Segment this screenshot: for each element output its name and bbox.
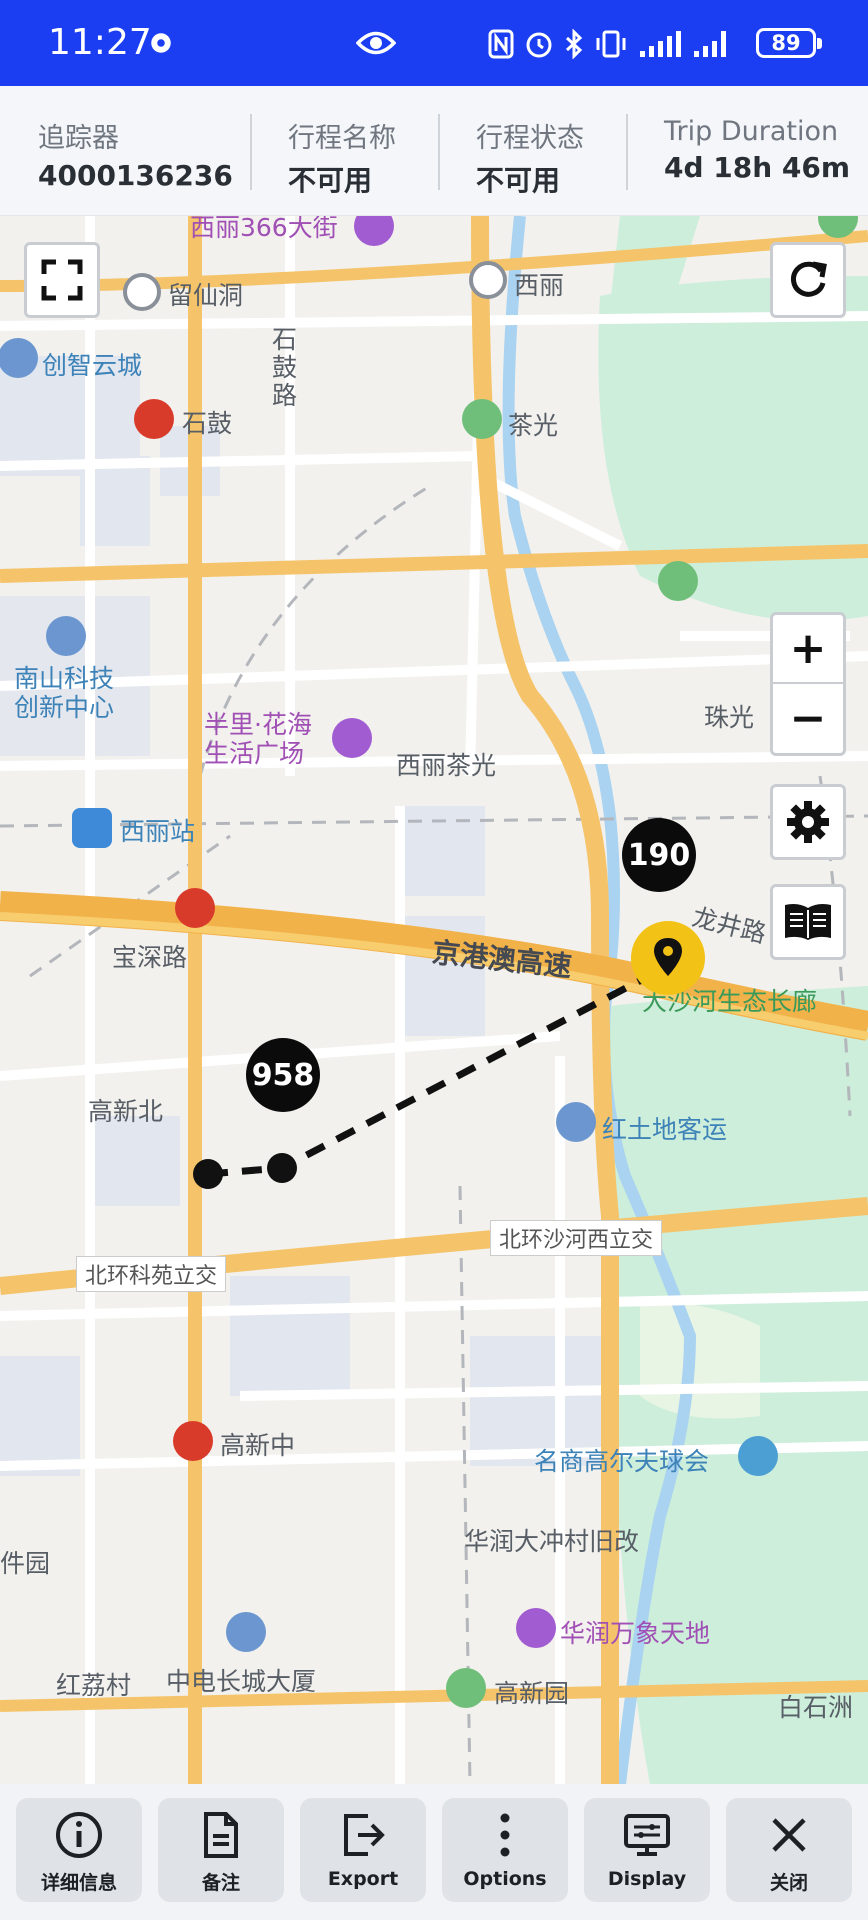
map-label-xili: 西丽 bbox=[514, 271, 565, 300]
trip-duration-value: 4d 18h 46m bbox=[664, 151, 851, 184]
display-icon bbox=[624, 1814, 670, 1856]
tracker-label: 追踪器 bbox=[38, 123, 119, 154]
info-icon bbox=[56, 1812, 102, 1858]
trip-info-header: 追踪器 4000136236 行程名称 不可用 行程状态 不可用 Trip Du… bbox=[0, 86, 868, 216]
close-icon bbox=[772, 1818, 806, 1852]
map-label-honglicun: 红荔村 bbox=[56, 1671, 132, 1700]
close-label: 关闭 bbox=[769, 1872, 808, 1894]
route-point-badge[interactable]: 958 bbox=[246, 1038, 320, 1112]
export-button[interactable]: Export bbox=[300, 1798, 426, 1902]
map-label-banli: 半里·花海生活广场 bbox=[204, 710, 312, 768]
display-label: Display bbox=[607, 1868, 687, 1890]
book-open-icon bbox=[785, 904, 831, 940]
map-label-xili366: 西丽366大街 bbox=[190, 216, 338, 242]
map-label-xili-station: 西丽站 bbox=[120, 817, 196, 846]
location-pin-marker[interactable] bbox=[630, 920, 706, 996]
map-label-beihuan-shahe: 北环沙河西立交 bbox=[490, 1220, 663, 1256]
map-label-xili-chaguang: 西丽茶光 bbox=[396, 751, 497, 780]
refresh-button[interactable] bbox=[770, 242, 846, 318]
options-button[interactable]: Options bbox=[442, 1798, 568, 1902]
zoom-in-button[interactable]: + bbox=[773, 615, 843, 684]
settings-notification-icon bbox=[151, 33, 171, 53]
details-button[interactable]: 详细信息 bbox=[16, 1798, 142, 1902]
status-icons bbox=[488, 24, 732, 64]
export-icon bbox=[344, 1814, 385, 1856]
trip-duration-label: Trip Duration bbox=[664, 116, 839, 147]
trip-name-label: 行程名称 bbox=[288, 123, 396, 154]
signal-2-icon bbox=[694, 31, 726, 57]
trip-status-label: 行程状态 bbox=[476, 123, 584, 154]
map-label-jian-yuan: 件园 bbox=[0, 1549, 51, 1578]
map-label-chuangzhi: 创智云城 bbox=[42, 351, 143, 380]
eye-icon bbox=[356, 31, 396, 55]
vibrate-icon bbox=[596, 30, 626, 58]
map-label-hongtudi: 红土地客运 bbox=[602, 1115, 728, 1144]
notes-button[interactable]: 备注 bbox=[158, 1798, 284, 1902]
map-label-shigu-road: 石鼓路 bbox=[272, 325, 298, 410]
tracker-info: 追踪器 4000136236 bbox=[0, 86, 250, 215]
gear-icon bbox=[787, 801, 829, 843]
close-button[interactable]: 关闭 bbox=[726, 1798, 852, 1902]
map-legend-button[interactable] bbox=[770, 884, 846, 960]
refresh-icon bbox=[790, 261, 827, 297]
trip-status-info: 行程状态 不可用 bbox=[438, 86, 626, 215]
map-label-baishizhou: 白石洲 bbox=[778, 1693, 854, 1722]
alarm-icon bbox=[526, 32, 552, 58]
map-label-liuxiandong: 留仙洞 bbox=[168, 281, 244, 310]
map-label-huarun-wanxiang: 华润万象天地 bbox=[560, 1619, 711, 1648]
fullscreen-icon bbox=[41, 259, 83, 301]
status-bar: 11:27 89 bbox=[0, 0, 868, 86]
signal-1-icon bbox=[640, 31, 681, 57]
trip-status-value: 不可用 bbox=[476, 164, 561, 197]
map-view[interactable]: 西丽366大街 留仙洞 西丽 石鼓路 创智云城 石鼓 茶光 南山科技创新中心 半… bbox=[0, 216, 868, 1784]
notes-label: 备注 bbox=[201, 1872, 240, 1894]
battery-indicator: 89 bbox=[756, 28, 822, 58]
tracker-value: 4000136236 bbox=[38, 159, 233, 192]
options-label: Options bbox=[463, 1868, 547, 1890]
notes-icon bbox=[204, 1812, 238, 1858]
map-label-gaoxinyuan: 高新园 bbox=[494, 1679, 570, 1708]
map-label-huarun-dachong: 华润大冲村旧改 bbox=[464, 1527, 640, 1556]
map-label-baoshen: 宝深路 bbox=[112, 943, 188, 972]
zoom-out-button[interactable]: − bbox=[773, 684, 843, 753]
route-point-badge[interactable]: 190 bbox=[622, 818, 696, 892]
map-label-gaoxinbei: 高新北 bbox=[88, 1097, 164, 1126]
nfc-icon bbox=[488, 29, 514, 59]
display-button[interactable]: Display bbox=[584, 1798, 710, 1902]
trip-name-value: 不可用 bbox=[288, 164, 373, 197]
map-label-mingshang: 名商高尔夫球会 bbox=[534, 1447, 710, 1476]
status-time: 11:27 bbox=[48, 22, 152, 63]
bottom-toolbar: 详细信息 备注 Export Options Display 关闭 bbox=[0, 1784, 868, 1920]
map-label-shigu: 石鼓 bbox=[182, 409, 233, 438]
settings-button[interactable] bbox=[770, 784, 846, 860]
trip-duration-info: Trip Duration 4d 18h 46m bbox=[626, 86, 868, 215]
map-label-gaoxinzhong: 高新中 bbox=[220, 1431, 296, 1460]
bluetooth-icon bbox=[565, 29, 583, 59]
more-vertical-icon bbox=[500, 1813, 510, 1857]
map-label-chaguang: 茶光 bbox=[508, 411, 559, 440]
map-label-zhongdian: 中电长城大厦 bbox=[166, 1667, 317, 1696]
fullscreen-button[interactable] bbox=[24, 242, 100, 318]
map-label-zhuguang: 珠光 bbox=[704, 703, 755, 732]
zoom-control: + − bbox=[770, 612, 846, 756]
details-label: 详细信息 bbox=[40, 1872, 117, 1894]
trip-name-info: 行程名称 不可用 bbox=[250, 86, 438, 215]
map-label-beihuan-keyuan: 北环科苑立交 bbox=[76, 1256, 227, 1292]
export-label: Export bbox=[327, 1868, 399, 1890]
map-label-nanshan-tech: 南山科技创新中心 bbox=[14, 664, 115, 722]
